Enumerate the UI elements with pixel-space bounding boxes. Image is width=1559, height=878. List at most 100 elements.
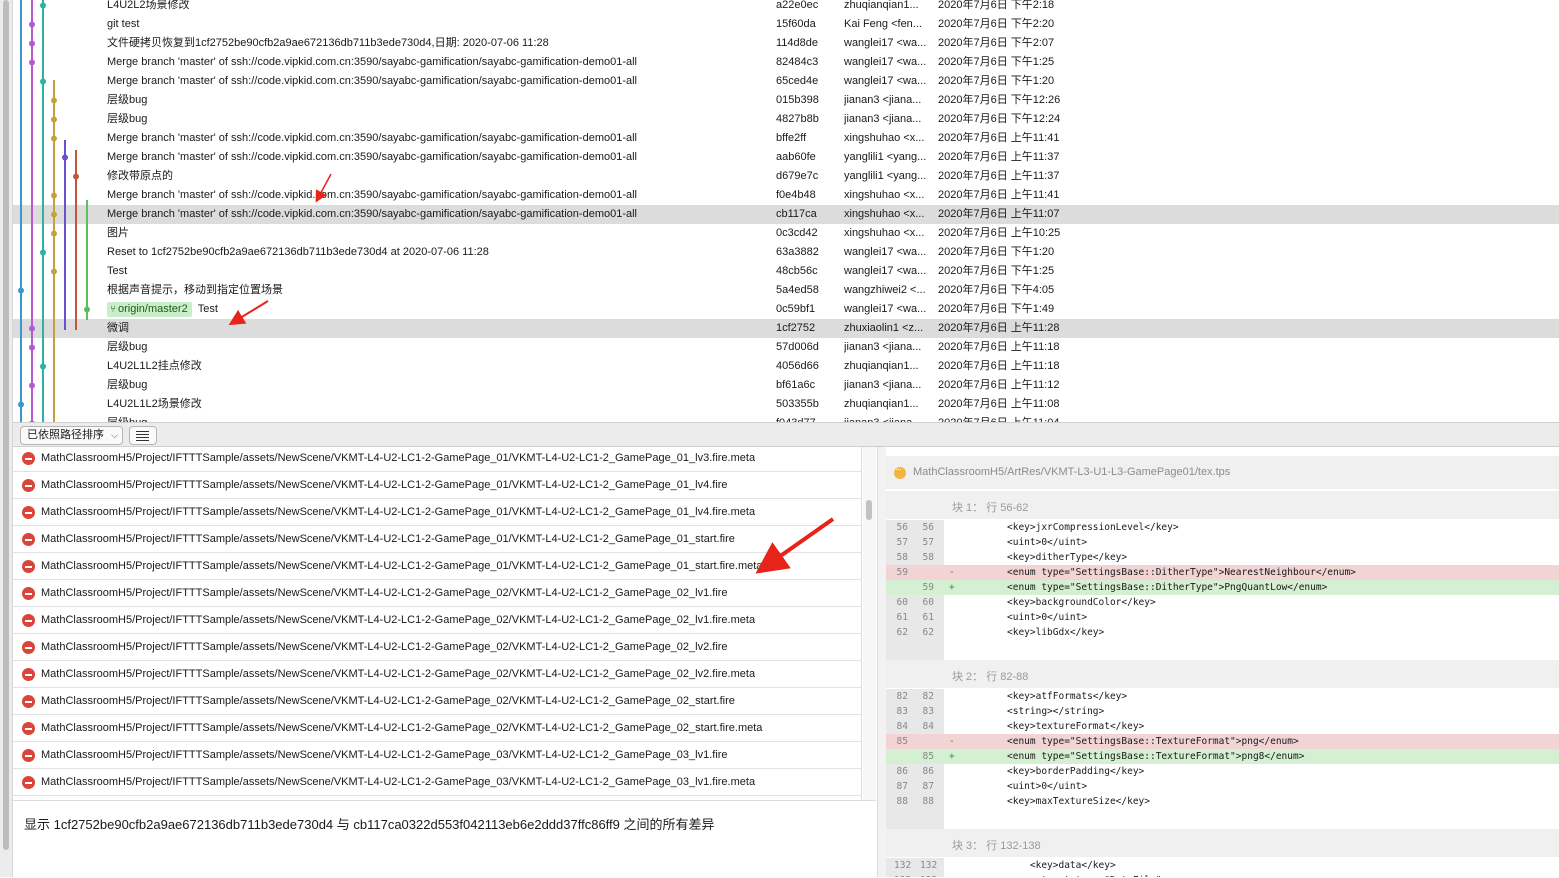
commit-dot[interactable] xyxy=(40,363,46,370)
commit-dot[interactable] xyxy=(18,287,24,294)
commit-dot[interactable] xyxy=(29,325,35,332)
commit-log: L4U2L2场景修改 a22e0ec zhuqianqian1... 2020年7月6… xyxy=(13,0,1559,422)
commit-row[interactable]: 层级bug bf61a6c jianan3 <jiana... 2020年7月6日 上… xyxy=(13,376,1559,395)
commit-dot[interactable] xyxy=(51,230,57,237)
commit-row[interactable]: L4U2L1L2场景修改 503355b zhuqianqian1... 2020年7… xyxy=(13,395,1559,414)
commit-date: 2020年7月6日 下午1:20 xyxy=(938,246,1055,258)
commit-message-cell: Merge branch 'master' of ssh://code.vipk… xyxy=(107,129,637,148)
commit-row[interactable]: 文件硬拷贝恢复到1cf2752be90cfb2a9ae672136db711b3… xyxy=(13,34,1559,53)
commit-message-cell: 根据声音提示，移动到指定位置场景 xyxy=(107,281,283,300)
commit-row[interactable]: Merge branch 'master' of ssh://code.vipk… xyxy=(13,53,1559,72)
pane-splitter[interactable] xyxy=(877,447,886,877)
commit-dot[interactable] xyxy=(84,306,90,313)
commit-row[interactable]: 修改带原点的 d679e7c yanglili1 <yang... 2020年7月6日… xyxy=(13,167,1559,186)
commit-row[interactable]: Reset to 1cf2752be90cfb2a9ae672136db711b… xyxy=(13,243,1559,262)
diff-line-text: <key>atfFormats</key> xyxy=(1007,691,1128,702)
file-row[interactable]: MathClassroomH5/Project/IFTTTSample/asse… xyxy=(13,661,861,688)
file-row[interactable]: MathClassroomH5/Project/IFTTTSample/asse… xyxy=(13,715,861,742)
commit-dot[interactable] xyxy=(51,135,57,142)
commit-message-cell: 微调 xyxy=(107,319,129,338)
commit-message: Merge branch 'master' of ssh://code.vipk… xyxy=(107,56,638,68)
commit-dot[interactable] xyxy=(29,382,35,389)
commit-row[interactable]: Merge branch 'master' of ssh://code.vipk… xyxy=(13,72,1559,91)
commit-author: zhuqianqian1... xyxy=(844,360,919,372)
commit-message-cell: Merge branch 'master' of ssh://code.vipk… xyxy=(107,72,637,91)
commit-message: Merge branch 'master' of ssh://code.vipk… xyxy=(107,208,638,220)
file-path: MathClassroomH5/Project/IFTTTSample/asse… xyxy=(41,641,728,653)
commit-hash: d679e7c xyxy=(776,170,819,182)
new-line-number: 83 xyxy=(922,706,934,717)
commit-dot[interactable] xyxy=(51,268,57,275)
commit-row[interactable]: 层级bug 57d006d jianan3 <jiana... 2020年7月6日 上… xyxy=(13,338,1559,357)
left-scrollbar[interactable] xyxy=(0,0,13,877)
commit-message: 层级bug xyxy=(107,379,148,391)
diff-marker: - xyxy=(949,736,955,747)
file-row[interactable]: MathClassroomH5/Project/IFTTTSample/asse… xyxy=(13,526,861,553)
commit-date: 2020年7月6日 上午11:08 xyxy=(938,398,1060,410)
left-scrollbar-thumb[interactable] xyxy=(3,0,9,850)
commit-row[interactable]: Merge branch 'master' of ssh://code.vipk… xyxy=(13,205,1559,224)
file-row[interactable]: MathClassroomH5/Project/IFTTTSample/asse… xyxy=(13,580,861,607)
commit-dot[interactable] xyxy=(29,40,35,47)
commit-row[interactable]: L4U2L2场景修改 a22e0ec zhuqianqian1... 2020年7月6… xyxy=(13,0,1559,15)
commit-dot[interactable] xyxy=(18,401,24,408)
commit-row[interactable]: git test 15f60da Kai Feng <fen... 2020年7月6日… xyxy=(13,15,1559,34)
commit-row[interactable]: 微调 1cf2752 zhuxiaolin1 <z... 2020年7月6日 上午11… xyxy=(13,319,1559,338)
commit-row[interactable]: L4U2L1L2挂点修改 4056d66 zhuqianqian1... 2020年7… xyxy=(13,357,1559,376)
file-options-icon[interactable] xyxy=(894,464,906,479)
file-row[interactable]: MathClassroomH5/Project/IFTTTSample/asse… xyxy=(13,553,861,580)
commit-dot[interactable] xyxy=(29,21,35,28)
commit-row[interactable]: ⑂ origin/master2 Test 0c59bf1 wanglei17 <wa.… xyxy=(13,300,1559,319)
diff-line: 61 61 <uint>0</uint> xyxy=(886,610,1559,625)
commit-row[interactable]: 图片 0c3cd42 xingshuhao <x... 2020年7月6日 上午10:… xyxy=(13,224,1559,243)
sort-mode-select[interactable]: 已依照路径排序 ⌵ xyxy=(20,426,123,445)
commit-dot[interactable] xyxy=(40,249,46,256)
commit-message-cell: 层级bug xyxy=(107,91,147,110)
commit-hash: 0c59bf1 xyxy=(776,303,816,315)
file-row[interactable]: MathClassroomH5/Project/IFTTTSample/asse… xyxy=(13,447,861,472)
commit-row[interactable]: 根据声音提示，移动到指定位置场景 5a4ed58 wangzhiwei2 <... 2… xyxy=(13,281,1559,300)
commit-message: L4U2L2场景修改 xyxy=(107,0,190,11)
commit-message-cell: Merge branch 'master' of ssh://code.vipk… xyxy=(107,53,637,72)
commit-dot[interactable] xyxy=(40,2,46,9)
commit-dot[interactable] xyxy=(51,192,57,199)
file-row[interactable]: MathClassroomH5/Project/IFTTTSample/asse… xyxy=(13,742,861,769)
new-line-number: 58 xyxy=(922,552,934,563)
commit-row[interactable]: Merge branch 'master' of ssh://code.vipk… xyxy=(13,186,1559,205)
commit-row[interactable]: Test 48cb56c wanglei17 <wa... 2020年7月6日 下午1… xyxy=(13,262,1559,281)
file-list-scrollbar-thumb[interactable] xyxy=(866,500,872,520)
commit-author: zhuxiaolin1 <z... xyxy=(844,322,924,334)
commit-message: Test xyxy=(107,265,128,277)
branch-tag[interactable]: ⑂ origin/master2 xyxy=(107,301,192,317)
commit-author: xingshuhao <x... xyxy=(844,189,925,201)
commit-row[interactable]: Merge branch 'master' of ssh://code.vipk… xyxy=(13,129,1559,148)
file-row[interactable]: MathClassroomH5/Project/IFTTTSample/asse… xyxy=(13,607,861,634)
commit-date: 2020年7月6日 下午1:49 xyxy=(938,303,1055,315)
diff-line-text: <key>jxrCompressionLevel</key> xyxy=(1007,522,1179,533)
commit-row[interactable]: 层级bug 015b398 jianan3 <jiana... 2020年7月6日 下… xyxy=(13,91,1559,110)
commit-dot[interactable] xyxy=(62,154,68,161)
diff-line-text: <enum type="SettingsBase::TextureFormat"… xyxy=(1007,736,1299,747)
file-row[interactable]: MathClassroomH5/Project/IFTTTSample/asse… xyxy=(13,634,861,661)
commit-date: 2020年7月6日 下午2:07 xyxy=(938,37,1055,49)
file-deleted-icon xyxy=(22,749,35,762)
file-deleted-icon xyxy=(22,479,35,492)
file-path: MathClassroomH5/Project/IFTTTSample/asse… xyxy=(41,695,735,707)
file-row[interactable]: MathClassroomH5/Project/IFTTTSample/asse… xyxy=(13,499,861,526)
commit-row[interactable]: 层级bug f043d77 jianan3 <jiana...2020年7月6日 上… xyxy=(13,414,1559,422)
commit-dot[interactable] xyxy=(51,116,57,123)
commit-row[interactable]: Merge branch 'master' of ssh://code.vipk… xyxy=(13,148,1559,167)
commit-date: 2020年7月6日 上午11:18 xyxy=(938,341,1060,353)
commit-dot[interactable] xyxy=(29,59,35,66)
file-row[interactable]: MathClassroomH5/Project/IFTTTSample/asse… xyxy=(13,769,861,796)
commit-dot[interactable] xyxy=(40,78,46,85)
commit-date: 2020年7月6日 上午11:07 xyxy=(938,208,1060,220)
list-view-button[interactable] xyxy=(129,426,157,445)
commit-dot[interactable] xyxy=(29,344,35,351)
file-row[interactable]: MathClassroomH5/Project/IFTTTSample/asse… xyxy=(13,472,861,499)
file-row[interactable]: MathClassroomH5/Project/IFTTTSample/asse… xyxy=(13,688,861,715)
commit-dot[interactable] xyxy=(51,97,57,104)
commit-dot[interactable] xyxy=(73,173,79,180)
commit-dot[interactable] xyxy=(51,211,57,218)
commit-row[interactable]: 层级bug 4827b8b jianan3 <jiana... 2020年7月6日 下… xyxy=(13,110,1559,129)
